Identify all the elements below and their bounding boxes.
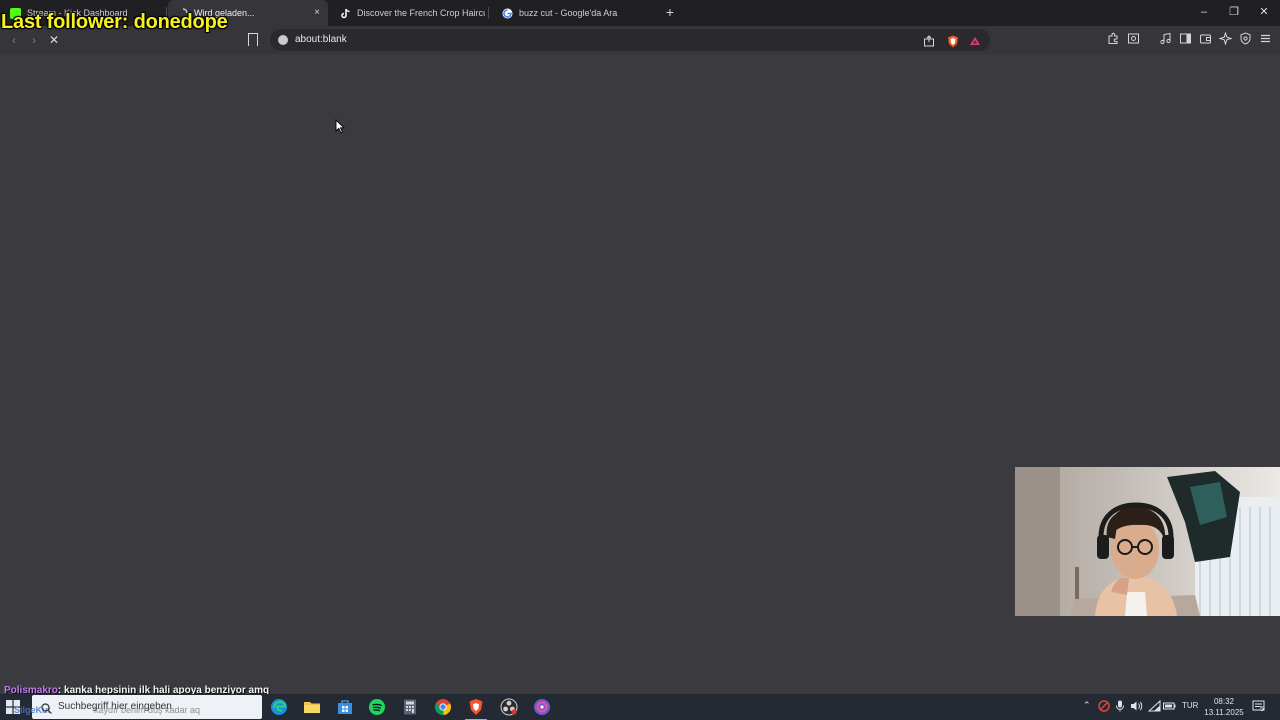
tiktok-favicon-icon [340, 8, 351, 19]
close-window-button[interactable]: ✕ [1256, 4, 1272, 20]
menu-icon[interactable] [1258, 32, 1272, 46]
tray-overflow-icon[interactable]: ⌃ [1083, 700, 1091, 711]
chrome-icon[interactable] [434, 698, 452, 716]
brave-shields-icon[interactable] [946, 35, 960, 49]
clock-date: 13.11.2025 [1204, 708, 1244, 717]
chat-ghost-text-secondary: kaydır benim düş kadar aq [94, 705, 201, 715]
forward-button[interactable]: › [26, 32, 42, 48]
obs-studio-icon[interactable] [500, 698, 518, 716]
vpn-shield-icon[interactable] [1238, 32, 1252, 46]
new-tab-button[interactable]: + [663, 4, 677, 20]
notification-center-icon[interactable]: 5 [1252, 699, 1266, 713]
clock-time: 08:32 [1213, 697, 1235, 706]
tab-label: Discover the French Crop Haircut at I [357, 8, 485, 18]
wallet-icon[interactable] [1198, 32, 1212, 46]
media-controls-icon[interactable] [1158, 32, 1172, 46]
minimize-button[interactable]: – [1196, 4, 1212, 20]
battery-icon[interactable] [1163, 700, 1176, 714]
mouse-cursor-icon [335, 118, 346, 134]
tab-close-icon[interactable]: × [314, 7, 320, 18]
sidebar-icon[interactable] [1178, 32, 1192, 46]
bookmark-icon[interactable] [248, 33, 258, 46]
tab-divider [488, 7, 489, 19]
notification-count-badge: 5 [1260, 706, 1264, 713]
extensions-icon[interactable] [1106, 32, 1120, 46]
site-info-icon[interactable] [278, 35, 288, 45]
microphone-icon[interactable] [1115, 700, 1125, 714]
tab-label: buzz cut - Google'da Ara [519, 8, 618, 18]
last-follower-overlay: Last follower: donedope [1, 11, 228, 33]
store-icon[interactable] [336, 698, 354, 716]
share-icon[interactable] [922, 35, 936, 49]
windows-taskbar: SilgeKut Suchbegriff hier eingeben kaydı… [0, 694, 1280, 720]
taskbar-clock[interactable]: 08:32 13.11.2025 [1204, 696, 1244, 718]
maximize-button[interactable]: ❐ [1226, 4, 1242, 20]
edge-icon[interactable] [270, 698, 288, 716]
input-language[interactable]: TUR [1182, 701, 1198, 710]
address-bar[interactable]: about:blank [270, 29, 990, 51]
volume-icon[interactable] [1130, 700, 1143, 714]
tab-google-search[interactable]: buzz cut - Google'da Ara [492, 0, 652, 26]
tab-french-crop[interactable]: Discover the French Crop Haircut at I [330, 0, 485, 26]
search-icon [41, 701, 52, 714]
webcam-image [1015, 467, 1280, 616]
brave-rewards-icon[interactable] [968, 35, 982, 49]
leo-ai-icon[interactable] [1217, 31, 1233, 46]
tab-search-icon[interactable] [1126, 32, 1140, 46]
taskbar-search-box[interactable]: SilgeKut Suchbegriff hier eingeben kaydı… [14, 695, 262, 719]
streaming-app-icon[interactable] [533, 698, 551, 716]
file-explorer-icon[interactable] [303, 698, 321, 716]
address-bar-url[interactable]: about:blank [295, 34, 347, 45]
stop-loading-button[interactable]: ✕ [46, 32, 62, 48]
spotify-icon[interactable] [368, 698, 386, 716]
google-favicon-icon [502, 8, 513, 19]
brave-browser-icon[interactable] [465, 698, 487, 720]
tray-antivirus-icon[interactable] [1098, 700, 1110, 714]
calculator-icon[interactable] [401, 698, 419, 716]
back-button[interactable]: ‹ [6, 32, 22, 48]
webcam-feed [1015, 467, 1280, 616]
network-icon[interactable] [1147, 699, 1161, 714]
